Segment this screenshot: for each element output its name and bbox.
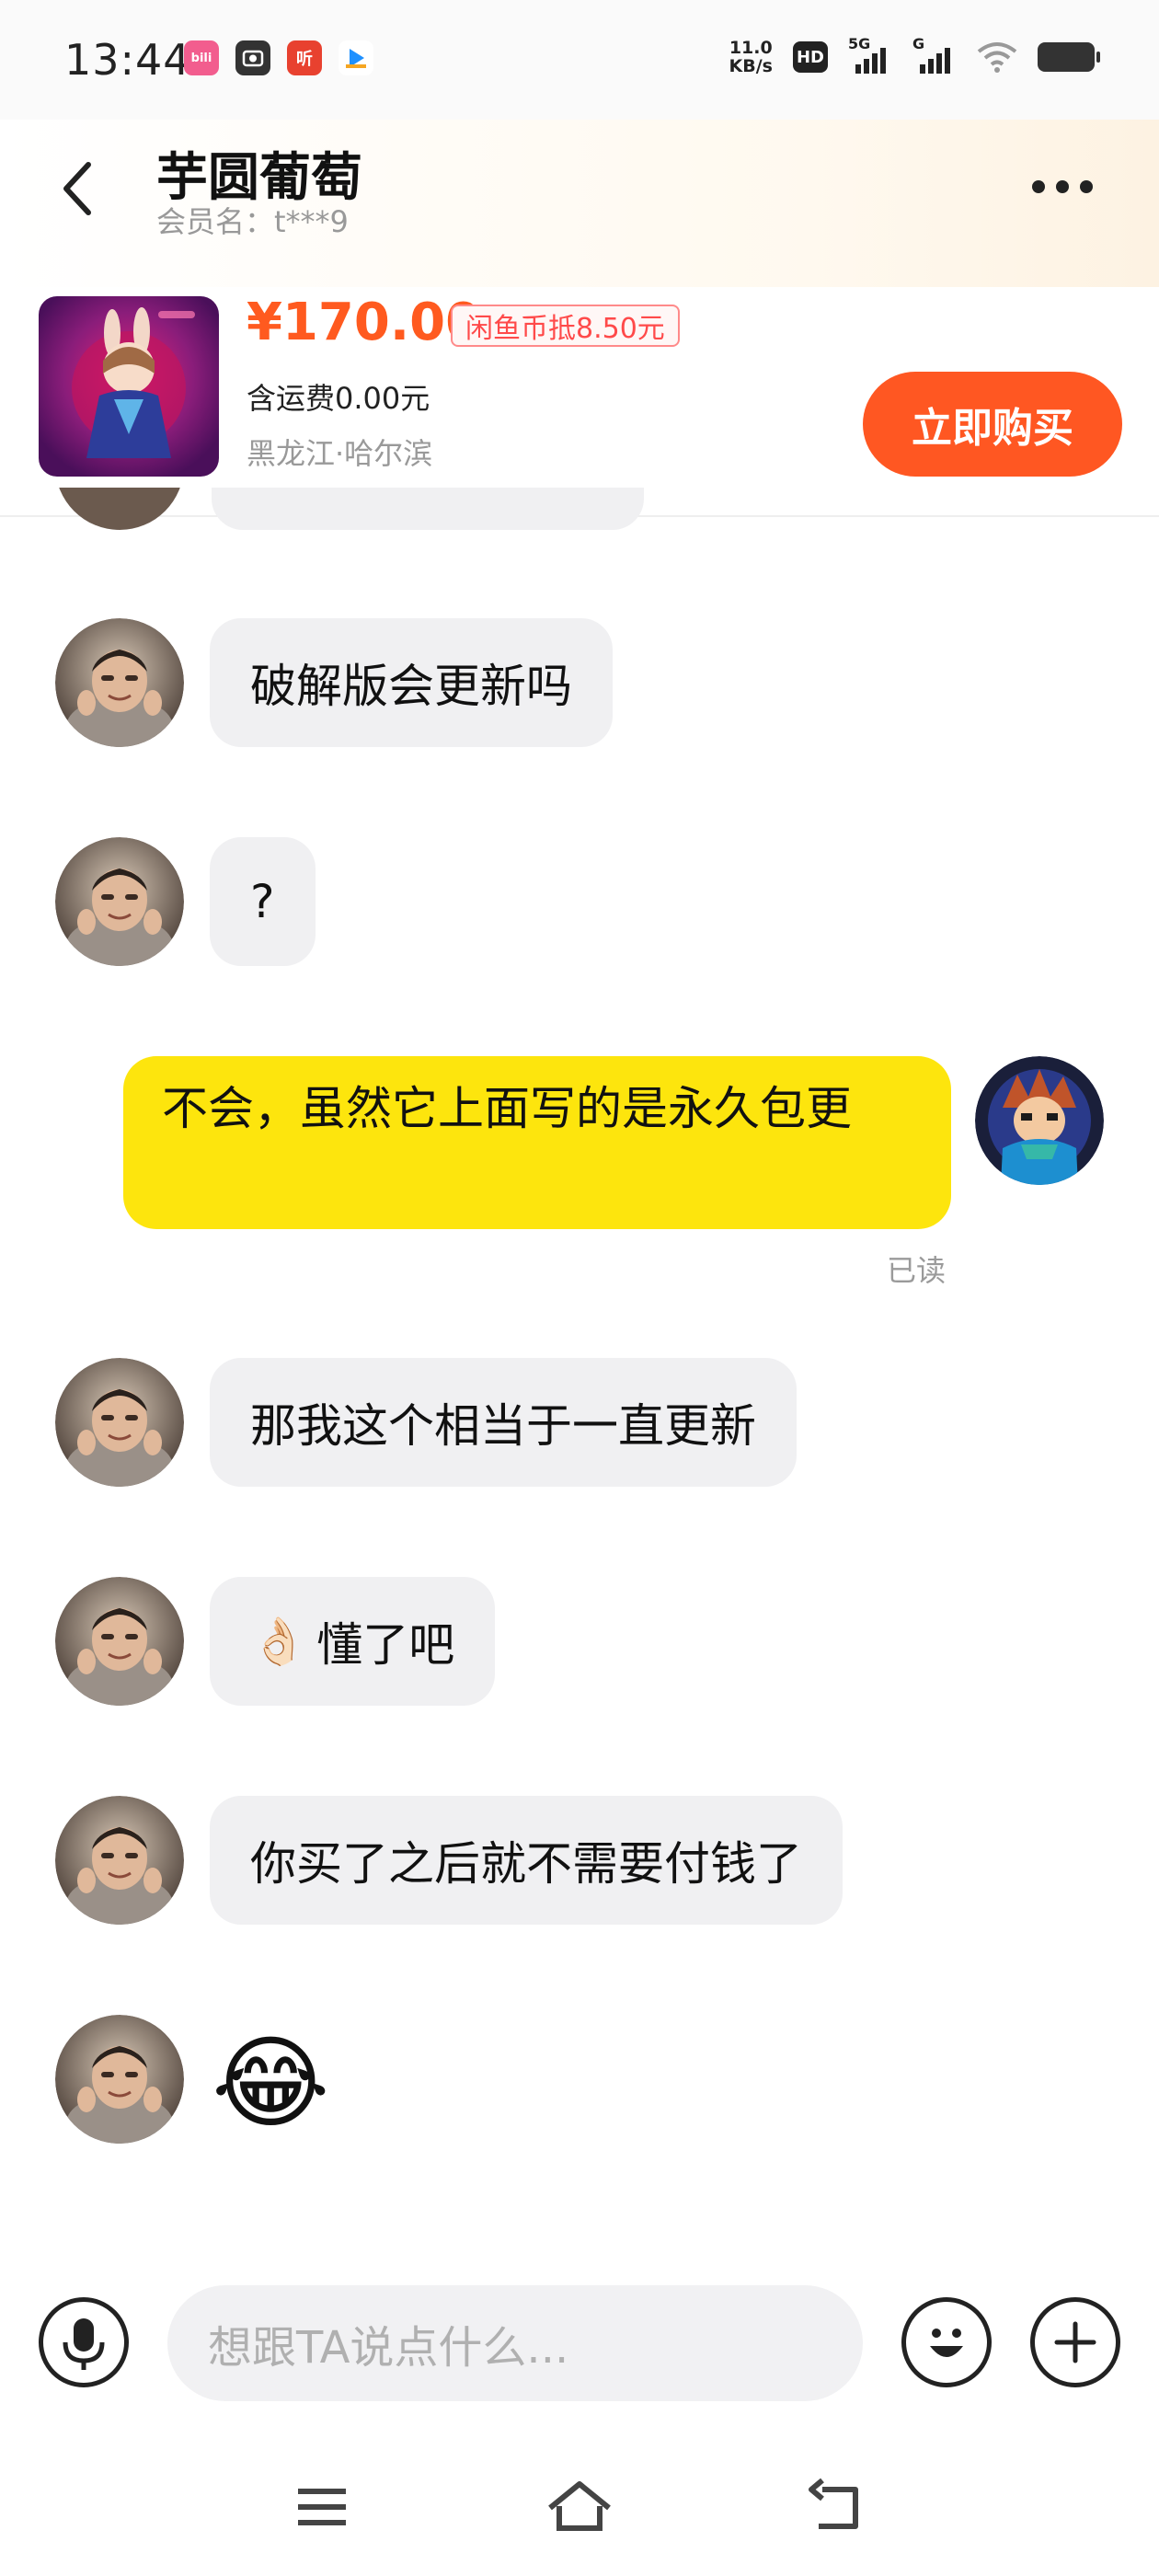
hd-voice-icon: HD xyxy=(793,41,828,73)
more-options-icon[interactable] xyxy=(1032,173,1106,201)
emoji-button[interactable] xyxy=(901,2297,992,2387)
status-time: 13:44 xyxy=(64,35,191,85)
back-nav-icon[interactable] xyxy=(800,2475,874,2539)
avatar-partial xyxy=(55,488,184,530)
video-app-icon xyxy=(339,40,373,75)
sim2-label: G xyxy=(912,35,925,52)
contact-avatar[interactable] xyxy=(55,2015,184,2144)
camera-app-icon xyxy=(235,40,270,75)
coin-discount-badge: 闲鱼币抵8.50元 xyxy=(451,305,680,347)
message-text: 懂了吧 xyxy=(316,1618,455,1672)
contact-avatar[interactable] xyxy=(55,618,184,747)
message-bubble[interactable]: 破解版会更新吗 xyxy=(210,618,613,747)
contact-avatar[interactable] xyxy=(55,1577,184,1706)
message-bubble[interactable]: 👌🏻 懂了吧 xyxy=(210,1577,496,1706)
contact-avatar[interactable] xyxy=(55,1796,184,1925)
product-thumbnail[interactable] xyxy=(39,296,219,477)
home-icon[interactable] xyxy=(543,2475,616,2539)
message-bubble-partial xyxy=(212,488,644,530)
menu-icon[interactable] xyxy=(285,2475,359,2539)
voice-input-button[interactable] xyxy=(39,2297,129,2387)
net-speed-unit: KB/s xyxy=(729,56,773,76)
battery-icon xyxy=(1038,42,1100,72)
wifi-icon xyxy=(977,42,1017,73)
my-message-bubble[interactable]: 不会，虽然它上面写的是永久包更 xyxy=(123,1056,951,1229)
signal-5g-icon: 5G xyxy=(848,35,892,74)
message-bubble[interactable]: 你买了之后就不需要付钱了 xyxy=(210,1796,843,1925)
network-speed: 11.0 KB/s xyxy=(729,39,773,75)
bilibili-icon: bili xyxy=(184,40,219,75)
back-arrow-icon[interactable] xyxy=(53,152,109,225)
my-avatar[interactable] xyxy=(975,1056,1104,1185)
status-indicators: 11.0 KB/s HD 5G G xyxy=(729,35,1100,75)
message-input[interactable]: 想跟TA说点什么... xyxy=(167,2285,863,2401)
buy-now-button[interactable]: 立即购买 xyxy=(863,372,1122,477)
contact-avatar[interactable] xyxy=(55,1358,184,1487)
message-bubble[interactable]: ? xyxy=(210,837,316,966)
sim1-label: 5G xyxy=(848,35,871,52)
status-bar: 13:44 bili 听 11.0 KB/s HD 5G G xyxy=(0,0,1159,120)
smiley-icon xyxy=(930,2329,963,2357)
member-name-label: 会员名：t***9 xyxy=(156,204,349,239)
message-bubble[interactable]: 那我这个相当于一直更新 xyxy=(210,1358,797,1487)
seller-location: 黑龙江·哈尔滨 xyxy=(247,436,433,471)
read-receipt: 已读 xyxy=(887,1253,947,1288)
contact-avatar[interactable] xyxy=(55,837,184,966)
shipping-fee: 含运费0.00元 xyxy=(247,381,430,416)
signal-g-icon: G xyxy=(912,35,957,74)
plus-icon xyxy=(1054,2321,1096,2363)
microphone-icon xyxy=(63,2318,105,2370)
laughing-sticker[interactable]: 😂 xyxy=(212,2018,340,2147)
product-price: ¥170.00 xyxy=(247,293,482,352)
more-actions-button[interactable] xyxy=(1030,2297,1120,2387)
ting-app-icon: 听 xyxy=(287,40,322,75)
status-app-icons: bili 听 xyxy=(184,40,373,75)
net-speed-value: 11.0 xyxy=(729,38,773,58)
ok-hand-emoji: 👌🏻 xyxy=(250,1614,308,1668)
